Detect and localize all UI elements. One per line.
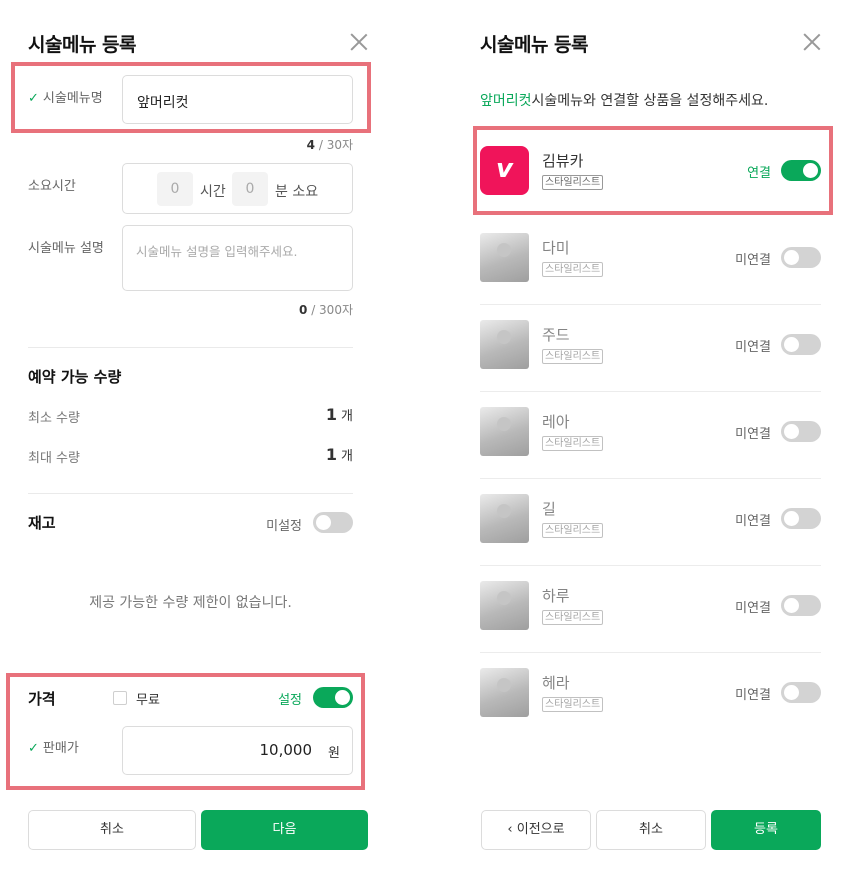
panel-title: 시술메뉴 등록 — [480, 34, 589, 56]
product-item: 다미 스타일리스트 미연결 — [480, 233, 821, 319]
description-label: 시술메뉴 설명 — [28, 241, 104, 256]
divider — [28, 347, 353, 348]
next-button[interactable]: 다음 — [201, 810, 368, 850]
product-name: 하루 — [542, 587, 570, 605]
max-qty-label: 최대 수량 — [28, 451, 80, 466]
product-link-panel: 시술메뉴 등록 앞머리컷시술메뉴와 연결할 상품을 설정해주세요. v 김뷰카 … — [452, 0, 851, 870]
max-qty-value: 1개 — [325, 445, 353, 464]
product-item: 하루 스타일리스트 미연결 — [480, 581, 821, 667]
product-badge: 스타일리스트 — [542, 262, 604, 277]
min-qty-value: 1개 — [325, 405, 353, 424]
description-counter: 0 / 300자 — [299, 303, 353, 317]
duration-field: 0 시간 0 분 소요 — [122, 163, 353, 214]
connect-status-text: 미연결 — [735, 601, 771, 616]
product-name: 길 — [542, 500, 556, 518]
duration-hours-unit: 시간 — [200, 184, 226, 200]
product-item: 길 스타일리스트 미연결 — [480, 494, 821, 580]
duration-hours-input[interactable]: 0 — [157, 172, 193, 206]
highlight-connected-product — [473, 126, 833, 215]
product-item: 헤라 스타일리스트 미연결 — [480, 668, 821, 754]
connect-status-text: 미연결 — [735, 253, 771, 268]
cancel-button[interactable]: 취소 — [28, 810, 196, 850]
description-placeholder: 시술메뉴 설명을 입력해주세요. — [136, 244, 298, 259]
divider — [480, 652, 821, 653]
stock-empty-message: 제공 가능한 수량 제한이 없습니다. — [89, 595, 292, 611]
product-name: 레아 — [542, 413, 570, 431]
product-thumbnail — [480, 407, 529, 456]
product-item: 주드 스타일리스트 미연결 — [480, 320, 821, 406]
panel-title: 시술메뉴 등록 — [28, 34, 137, 56]
connect-toggle[interactable] — [781, 421, 821, 442]
duration-label: 소요시간 — [28, 179, 76, 194]
connect-status-text: 미연결 — [735, 340, 771, 355]
connect-status-text: 미연결 — [735, 688, 771, 703]
divider — [480, 304, 821, 305]
divider — [480, 391, 821, 392]
connect-toggle[interactable] — [781, 334, 821, 355]
register-button[interactable]: 등록 — [711, 810, 821, 850]
description-textarea[interactable]: 시술메뉴 설명을 입력해주세요. — [122, 225, 353, 291]
connect-status-text: 미연결 — [735, 427, 771, 442]
connect-status-text: 미연결 — [735, 514, 771, 529]
duration-minutes-input[interactable]: 0 — [232, 172, 268, 206]
product-name: 다미 — [542, 239, 570, 257]
divider — [480, 565, 821, 566]
panel-subtitle: 앞머리컷시술메뉴와 연결할 상품을 설정해주세요. — [480, 93, 769, 109]
menu-register-form-panel: 시술메뉴 등록 ✓ 시술메뉴명 앞머리컷 4 / 30자 소요시간 0 시간 0 … — [0, 0, 380, 870]
stock-toggle-text: 미설정 — [266, 519, 302, 534]
close-icon[interactable] — [802, 32, 822, 52]
prev-button[interactable]: ‹ 이전으로 — [481, 810, 591, 850]
product-thumbnail — [480, 233, 529, 282]
connect-toggle[interactable] — [781, 595, 821, 616]
chevron-left-icon: ‹ — [507, 822, 513, 837]
product-item: 레아 스타일리스트 미연결 — [480, 407, 821, 493]
product-thumbnail — [480, 668, 529, 717]
divider — [28, 493, 353, 494]
product-badge: 스타일리스트 — [542, 697, 604, 712]
connect-toggle[interactable] — [781, 247, 821, 268]
close-icon[interactable] — [349, 32, 369, 52]
highlight-price — [6, 673, 365, 790]
connect-toggle[interactable] — [781, 508, 821, 529]
stock-toggle[interactable] — [313, 512, 353, 533]
product-badge: 스타일리스트 — [542, 436, 604, 451]
cancel-button[interactable]: 취소 — [596, 810, 706, 850]
connect-toggle[interactable] — [781, 682, 821, 703]
min-qty-label: 최소 수량 — [28, 411, 80, 426]
stock-section-title: 재고 — [28, 514, 56, 532]
product-badge: 스타일리스트 — [542, 349, 604, 364]
highlight-menu-name — [11, 62, 371, 133]
product-name: 헤라 — [542, 674, 570, 692]
product-thumbnail — [480, 320, 529, 369]
divider — [480, 478, 821, 479]
product-thumbnail — [480, 494, 529, 543]
product-badge: 스타일리스트 — [542, 523, 604, 538]
product-name: 주드 — [542, 326, 570, 344]
duration-minutes-unit: 분 소요 — [275, 184, 319, 200]
product-badge: 스타일리스트 — [542, 610, 604, 625]
reservation-section-title: 예약 가능 수량 — [28, 368, 122, 386]
product-thumbnail — [480, 581, 529, 630]
menu-name-counter: 4 / 30자 — [306, 138, 353, 152]
